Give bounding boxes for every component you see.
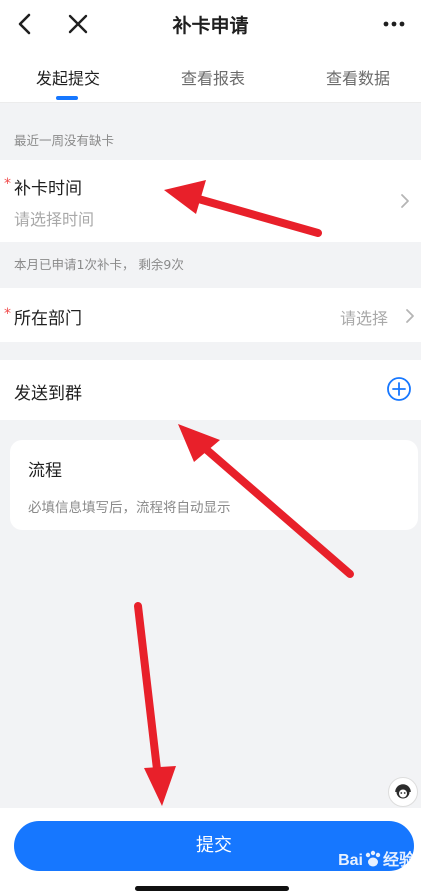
quota-notice: 本月已申请1次补卡， 剩余9次: [14, 257, 184, 272]
send-to-group-field[interactable]: 发送到群: [0, 360, 421, 420]
active-tab-indicator: [56, 96, 78, 100]
flow-card: 流程 必填信息填写后，流程将自动显示: [10, 440, 418, 530]
time-field[interactable]: * 补卡时间 请选择时间: [0, 160, 421, 242]
more-menu-icon[interactable]: [377, 8, 411, 40]
watermark-brand-suffix: 经验: [382, 852, 415, 869]
annotation-arrow: [134, 602, 176, 806]
chevron-right-icon: [406, 309, 414, 323]
tab-bar: 发起提交 查看报表 查看数据: [0, 48, 421, 103]
tab-data[interactable]: 查看数据: [326, 65, 390, 89]
tab-submit[interactable]: 发起提交: [36, 65, 100, 89]
flow-title: 流程: [28, 461, 62, 481]
page-title: 补卡申请: [172, 15, 249, 37]
watermark-url: jingyan.baidu.com: [350, 870, 415, 879]
flow-description: 必填信息填写后，流程将自动显示: [28, 500, 231, 516]
required-mark: *: [4, 176, 11, 192]
department-field[interactable]: * 所在部门 请选择: [0, 288, 421, 342]
chevron-right-icon: [401, 194, 409, 208]
tab-report[interactable]: 查看报表: [181, 65, 245, 89]
required-mark: *: [4, 306, 11, 322]
watermark-brand: Bai: [338, 852, 363, 869]
time-field-label: 补卡时间: [14, 179, 82, 199]
customer-service-button[interactable]: [388, 777, 418, 807]
paw-icon: [365, 850, 381, 867]
department-field-placeholder: 请选择: [340, 309, 389, 328]
baidu-jingyan-watermark: Bai 经验 jingyan.baidu.com: [338, 846, 415, 879]
add-circle-icon[interactable]: [386, 376, 412, 402]
missing-card-notice: 最近一周没有缺卡: [14, 133, 115, 148]
home-indicator: [135, 886, 289, 891]
time-field-placeholder: 请选择时间: [14, 210, 95, 229]
headset-icon: [395, 784, 411, 799]
top-bar: 补卡申请: [0, 0, 421, 48]
send-to-group-label: 发送到群: [14, 384, 82, 404]
department-field-label: 所在部门: [14, 309, 82, 329]
